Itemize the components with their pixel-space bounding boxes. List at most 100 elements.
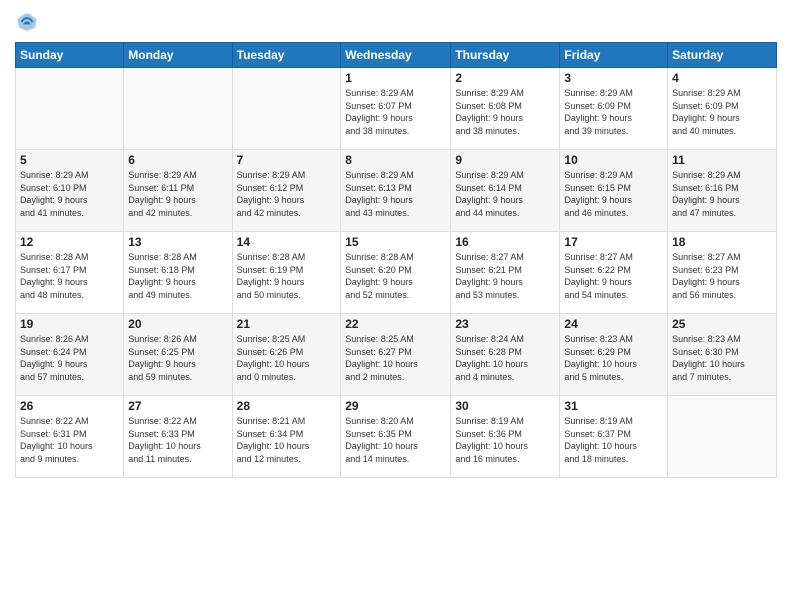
weekday-header-sunday: Sunday	[16, 43, 124, 68]
day-number: 21	[237, 317, 337, 331]
day-number: 3	[564, 71, 663, 85]
day-number: 1	[345, 71, 446, 85]
day-number: 12	[20, 235, 119, 249]
calendar-cell: 16Sunrise: 8:27 AM Sunset: 6:21 PM Dayli…	[451, 232, 560, 314]
calendar-cell	[232, 68, 341, 150]
calendar-cell: 6 Sunrise: 8:29 AM Sunset: 6:11 PM Daylig…	[124, 150, 232, 232]
calendar-cell: 19 Sunrise: 8:26 AM Sunset: 6:24 PM Dayli…	[16, 314, 124, 396]
calendar-cell: 4 Sunrise: 8:29 AM Sunset: 6:09 PM Daylig…	[668, 68, 777, 150]
day-info: Sunrise: 8:23 AM Sunset: 6:30 PM Dayligh…	[672, 333, 772, 383]
day-number: 20	[128, 317, 227, 331]
day-number: 22	[345, 317, 446, 331]
weekday-header-tuesday: Tuesday	[232, 43, 341, 68]
weekday-header-thursday: Thursday	[451, 43, 560, 68]
day-number: 31	[564, 399, 663, 413]
day-number: 19	[20, 317, 119, 331]
calendar-cell: 26 Sunrise: 8:22 AM Sunset: 6:31 PM Dayli…	[16, 396, 124, 478]
day-number: 27	[128, 399, 227, 413]
weekday-header-wednesday: Wednesday	[341, 43, 451, 68]
calendar-cell: 21 Sunrise: 8:25 AM Sunset: 6:26 PM Dayli…	[232, 314, 341, 396]
day-info: Sunrise: 8:29 AM Sunset: 6:10 PM Dayligh…	[20, 169, 119, 219]
day-number: 8	[345, 153, 446, 167]
day-number: 17	[564, 235, 663, 249]
day-info: Sunrise: 8:22 AM Sunset: 6:31 PM Dayligh…	[20, 415, 119, 465]
calendar-cell: 25 Sunrise: 8:23 AM Sunset: 6:30 PM Dayli…	[668, 314, 777, 396]
calendar-cell	[16, 68, 124, 150]
day-info: Sunrise: 8:28 AM Sunset: 6:20 PM Dayligh…	[345, 251, 446, 301]
weekday-header-friday: Friday	[560, 43, 668, 68]
calendar-cell: 31 Sunrise: 8:19 AM Sunset: 6:37 PM Dayli…	[560, 396, 668, 478]
calendar-cell	[668, 396, 777, 478]
calendar-cell: 13Sunrise: 8:28 AM Sunset: 6:18 PM Dayli…	[124, 232, 232, 314]
day-info: Sunrise: 8:29 AM Sunset: 6:09 PM Dayligh…	[564, 87, 663, 137]
day-info: Sunrise: 8:29 AM Sunset: 6:11 PM Dayligh…	[128, 169, 227, 219]
day-info: Sunrise: 8:29 AM Sunset: 6:16 PM Dayligh…	[672, 169, 772, 219]
calendar-cell: 7 Sunrise: 8:29 AM Sunset: 6:12 PM Daylig…	[232, 150, 341, 232]
calendar-cell: 1 Sunrise: 8:29 AM Sunset: 6:07 PM Daylig…	[341, 68, 451, 150]
calendar-cell: 17 Sunrise: 8:27 AM Sunset: 6:22 PM Dayli…	[560, 232, 668, 314]
weekday-header-row: SundayMondayTuesdayWednesdayThursdayFrid…	[16, 43, 777, 68]
day-info: Sunrise: 8:20 AM Sunset: 6:35 PM Dayligh…	[345, 415, 446, 465]
day-info: Sunrise: 8:23 AM Sunset: 6:29 PM Dayligh…	[564, 333, 663, 383]
calendar-cell: 24 Sunrise: 8:23 AM Sunset: 6:29 PM Dayli…	[560, 314, 668, 396]
day-number: 6	[128, 153, 227, 167]
day-info: Sunrise: 8:29 AM Sunset: 6:08 PM Dayligh…	[455, 87, 555, 137]
day-info: Sunrise: 8:24 AM Sunset: 6:28 PM Dayligh…	[455, 333, 555, 383]
day-info: Sunrise: 8:25 AM Sunset: 6:27 PM Dayligh…	[345, 333, 446, 383]
day-info: Sunrise: 8:29 AM Sunset: 6:07 PM Dayligh…	[345, 87, 446, 137]
logo-icon	[15, 10, 39, 34]
calendar-cell: 5 Sunrise: 8:29 AM Sunset: 6:10 PM Daylig…	[16, 150, 124, 232]
day-number: 23	[455, 317, 555, 331]
calendar-cell: 3 Sunrise: 8:29 AM Sunset: 6:09 PM Daylig…	[560, 68, 668, 150]
calendar-cell: 28 Sunrise: 8:21 AM Sunset: 6:34 PM Dayli…	[232, 396, 341, 478]
calendar-cell: 23 Sunrise: 8:24 AM Sunset: 6:28 PM Dayli…	[451, 314, 560, 396]
calendar-cell: 15Sunrise: 8:28 AM Sunset: 6:20 PM Dayli…	[341, 232, 451, 314]
week-row-2: 12Sunrise: 8:28 AM Sunset: 6:17 PM Dayli…	[16, 232, 777, 314]
day-info: Sunrise: 8:29 AM Sunset: 6:15 PM Dayligh…	[564, 169, 663, 219]
calendar-cell	[124, 68, 232, 150]
day-info: Sunrise: 8:29 AM Sunset: 6:12 PM Dayligh…	[237, 169, 337, 219]
week-row-3: 19 Sunrise: 8:26 AM Sunset: 6:24 PM Dayli…	[16, 314, 777, 396]
day-info: Sunrise: 8:27 AM Sunset: 6:23 PM Dayligh…	[672, 251, 772, 301]
calendar-cell: 20Sunrise: 8:26 AM Sunset: 6:25 PM Dayli…	[124, 314, 232, 396]
day-info: Sunrise: 8:25 AM Sunset: 6:26 PM Dayligh…	[237, 333, 337, 383]
day-number: 2	[455, 71, 555, 85]
calendar-cell: 11 Sunrise: 8:29 AM Sunset: 6:16 PM Dayli…	[668, 150, 777, 232]
day-info: Sunrise: 8:27 AM Sunset: 6:22 PM Dayligh…	[564, 251, 663, 301]
calendar-cell: 18Sunrise: 8:27 AM Sunset: 6:23 PM Dayli…	[668, 232, 777, 314]
day-number: 24	[564, 317, 663, 331]
calendar-cell: 9Sunrise: 8:29 AM Sunset: 6:14 PM Daylig…	[451, 150, 560, 232]
day-number: 4	[672, 71, 772, 85]
day-number: 30	[455, 399, 555, 413]
day-info: Sunrise: 8:21 AM Sunset: 6:34 PM Dayligh…	[237, 415, 337, 465]
weekday-header-saturday: Saturday	[668, 43, 777, 68]
day-number: 11	[672, 153, 772, 167]
day-info: Sunrise: 8:29 AM Sunset: 6:09 PM Dayligh…	[672, 87, 772, 137]
day-number: 14	[237, 235, 337, 249]
calendar-cell: 30Sunrise: 8:19 AM Sunset: 6:36 PM Dayli…	[451, 396, 560, 478]
day-info: Sunrise: 8:27 AM Sunset: 6:21 PM Dayligh…	[455, 251, 555, 301]
calendar: SundayMondayTuesdayWednesdayThursdayFrid…	[15, 42, 777, 478]
day-number: 9	[455, 153, 555, 167]
day-info: Sunrise: 8:26 AM Sunset: 6:24 PM Dayligh…	[20, 333, 119, 383]
day-number: 25	[672, 317, 772, 331]
day-number: 26	[20, 399, 119, 413]
calendar-cell: 8Sunrise: 8:29 AM Sunset: 6:13 PM Daylig…	[341, 150, 451, 232]
header	[15, 10, 777, 34]
calendar-cell: 14 Sunrise: 8:28 AM Sunset: 6:19 PM Dayli…	[232, 232, 341, 314]
logo	[15, 10, 43, 34]
calendar-cell: 29Sunrise: 8:20 AM Sunset: 6:35 PM Dayli…	[341, 396, 451, 478]
calendar-cell: 27Sunrise: 8:22 AM Sunset: 6:33 PM Dayli…	[124, 396, 232, 478]
week-row-1: 5 Sunrise: 8:29 AM Sunset: 6:10 PM Daylig…	[16, 150, 777, 232]
day-info: Sunrise: 8:28 AM Sunset: 6:18 PM Dayligh…	[128, 251, 227, 301]
day-info: Sunrise: 8:19 AM Sunset: 6:37 PM Dayligh…	[564, 415, 663, 465]
weekday-header-monday: Monday	[124, 43, 232, 68]
calendar-cell: 2 Sunrise: 8:29 AM Sunset: 6:08 PM Daylig…	[451, 68, 560, 150]
day-info: Sunrise: 8:28 AM Sunset: 6:19 PM Dayligh…	[237, 251, 337, 301]
day-number: 5	[20, 153, 119, 167]
day-number: 28	[237, 399, 337, 413]
week-row-0: 1 Sunrise: 8:29 AM Sunset: 6:07 PM Daylig…	[16, 68, 777, 150]
day-number: 7	[237, 153, 337, 167]
page: SundayMondayTuesdayWednesdayThursdayFrid…	[0, 0, 792, 612]
day-number: 10	[564, 153, 663, 167]
